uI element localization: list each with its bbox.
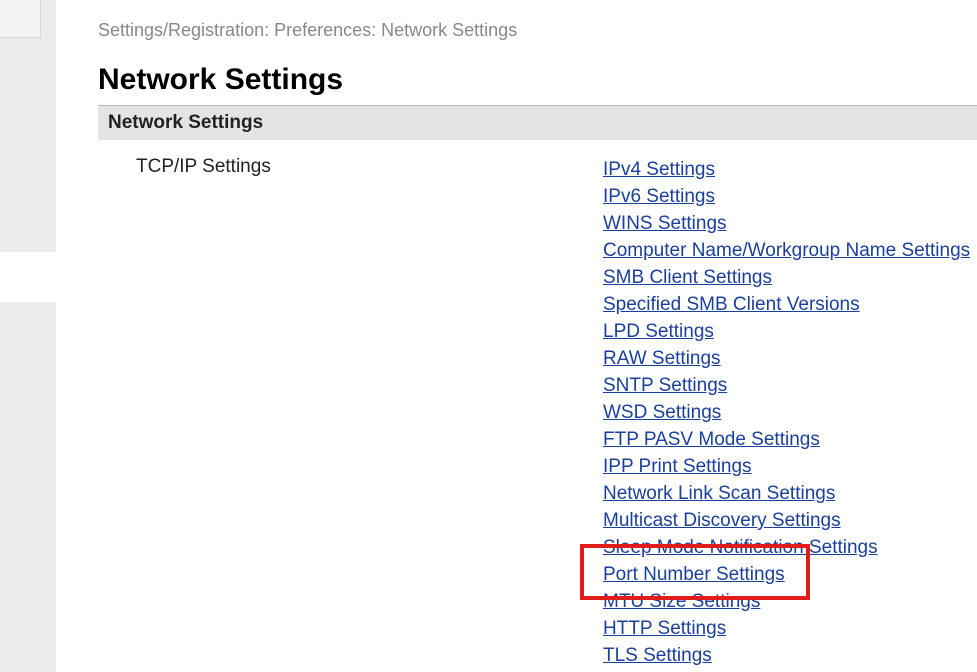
link-specified-smb-client-versions[interactable]: Specified SMB Client Versions xyxy=(603,291,970,318)
link-sntp-settings[interactable]: SNTP Settings xyxy=(603,372,970,399)
link-raw-settings[interactable]: RAW Settings xyxy=(603,345,970,372)
link-tls-settings[interactable]: TLS Settings xyxy=(603,642,970,669)
content-area: Settings/Registration: Preferences: Netw… xyxy=(98,20,977,669)
link-network-link-scan-settings[interactable]: Network Link Scan Settings xyxy=(603,480,970,507)
link-smb-client-settings[interactable]: SMB Client Settings xyxy=(603,264,970,291)
link-ipv4-settings[interactable]: IPv4 Settings xyxy=(603,156,970,183)
link-ipv6-settings[interactable]: IPv6 Settings xyxy=(603,183,970,210)
link-port-number-settings[interactable]: Port Number Settings xyxy=(603,561,970,588)
sidebar-top-box xyxy=(0,0,41,38)
sidebar xyxy=(0,0,56,672)
settings-links-list: IPv4 Settings IPv6 Settings WINS Setting… xyxy=(603,156,970,669)
link-wins-settings[interactable]: WINS Settings xyxy=(603,210,970,237)
link-computer-name-workgroup-name-settings[interactable]: Computer Name/Workgroup Name Settings xyxy=(603,237,970,264)
link-http-settings[interactable]: HTTP Settings xyxy=(603,615,970,642)
link-ftp-pasv-mode-settings[interactable]: FTP PASV Mode Settings xyxy=(603,426,970,453)
page-title: Network Settings xyxy=(98,63,977,97)
sidebar-gap xyxy=(0,252,56,302)
settings-row: TCP/IP Settings IPv4 Settings IPv6 Setti… xyxy=(98,156,977,669)
tcpip-settings-label: TCP/IP Settings xyxy=(98,156,603,669)
section-header: Network Settings xyxy=(98,105,977,140)
link-lpd-settings[interactable]: LPD Settings xyxy=(603,318,970,345)
link-wsd-settings[interactable]: WSD Settings xyxy=(603,399,970,426)
link-multicast-discovery-settings[interactable]: Multicast Discovery Settings xyxy=(603,507,970,534)
breadcrumb: Settings/Registration: Preferences: Netw… xyxy=(98,20,977,41)
link-ipp-print-settings[interactable]: IPP Print Settings xyxy=(603,453,970,480)
link-mtu-size-settings[interactable]: MTU Size Settings xyxy=(603,588,970,615)
link-sleep-mode-notification-settings[interactable]: Sleep Mode Notification Settings xyxy=(603,534,970,561)
